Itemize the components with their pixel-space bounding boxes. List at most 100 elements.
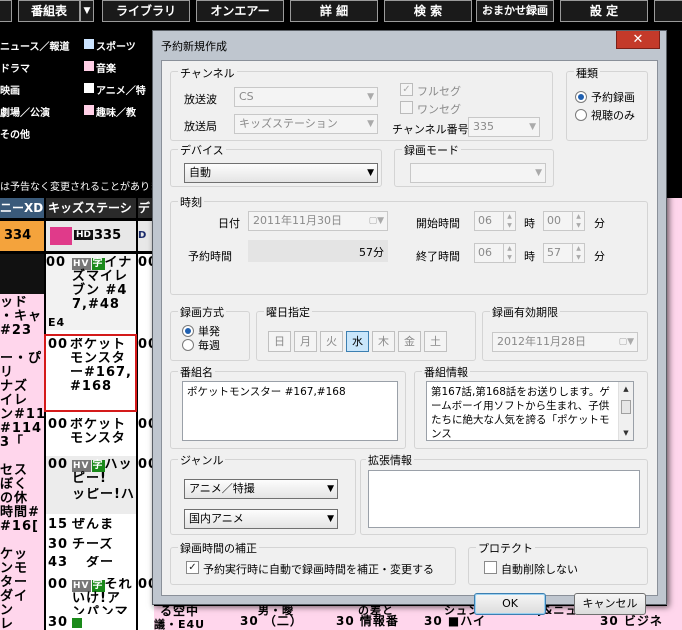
toolbar-button-settings[interactable]: 設 定 xyxy=(560,0,648,22)
genre-main-select[interactable]: アニメ／特撮 ▼ xyxy=(184,479,338,499)
prog-title-8[interactable]: HV字それいけ!アンパンマン xyxy=(72,578,134,614)
expiry-date-picker[interactable]: 2012年11月28日 ▢▼ xyxy=(492,332,638,352)
end-hour-value: 06 xyxy=(478,246,492,259)
end-min-stepper[interactable]: 57 ▲ ▼ xyxy=(543,243,585,263)
fullseg-checkbox[interactable]: ✓ xyxy=(400,83,413,96)
col1-line: ケッ xyxy=(0,547,29,562)
prog-title-6[interactable]: チーズ xyxy=(72,538,134,552)
broadcast-select[interactable]: CS ▼ xyxy=(234,87,378,107)
date-picker[interactable]: 2011年11月30日 ▢▼ xyxy=(248,211,388,231)
program-info-text[interactable]: 第167話,第168話をお送りします。ゲームボーイ用ソフトから生まれ、子供たちに… xyxy=(426,381,634,441)
weekday-group-label: 曜日指定 xyxy=(264,304,312,320)
day-thu-button[interactable]: 木 xyxy=(372,331,395,352)
guide-dropdown-icon[interactable]: ▼ xyxy=(80,0,94,22)
once-radio[interactable] xyxy=(182,325,194,337)
duration-field: 57分 xyxy=(248,240,388,262)
oneseg-checkbox[interactable] xyxy=(400,101,413,114)
kids-logo-icon xyxy=(50,227,72,245)
end-hour-stepper[interactable]: 06 ▲ ▼ xyxy=(474,243,516,263)
chevron-down-icon: ▼ xyxy=(529,122,536,132)
record-radio[interactable] xyxy=(575,91,587,103)
toolbar-button-partial-right[interactable] xyxy=(654,0,682,22)
grid-right-strip xyxy=(667,198,682,606)
day-tue-button[interactable]: 火 xyxy=(320,331,343,352)
col1-line: 時間# xyxy=(0,505,40,520)
day-fri-button[interactable]: 金 xyxy=(398,331,421,352)
app-window: 番組表 ▼ ライブラリ オンエアー 詳 細 検 索 おまかせ録画 設 定 ニュー… xyxy=(0,0,682,630)
start-hour-stepper[interactable]: 06 ▲ ▼ xyxy=(474,211,516,231)
device-value: 自動 xyxy=(189,166,211,179)
prog-title-5[interactable]: ぜんま xyxy=(72,518,134,532)
genre-sub-select[interactable]: 国内アニメ ▼ xyxy=(184,509,338,529)
start-hour-value: 06 xyxy=(478,214,492,227)
day-sat-button[interactable]: 土 xyxy=(424,331,447,352)
toolbar-button-library[interactable]: ライブラリ xyxy=(102,0,190,22)
col1-line: リ xyxy=(0,365,15,380)
col1-line: #114 xyxy=(0,421,43,436)
info-group-label: 番組情報 xyxy=(422,364,470,380)
bottom-cell-1[interactable]: る空中 xyxy=(160,604,199,618)
protect-checkbox[interactable] xyxy=(484,561,497,574)
toolbar-button-search[interactable]: 検 索 xyxy=(384,0,472,22)
scroll-up-icon[interactable]: ▲ xyxy=(619,382,633,396)
prog-title-1[interactable]: HV 字イナズマイレブン #47,#48 xyxy=(72,256,134,328)
col1-line: ナズ xyxy=(0,379,29,394)
scroll-thumb[interactable] xyxy=(621,400,631,414)
hd-badge: HD xyxy=(74,230,94,240)
col1-line xyxy=(0,450,44,464)
prog-time-8: 00 xyxy=(48,578,69,592)
legend-theater: 劇場／公演 xyxy=(0,108,50,119)
mode-group-label: 録画モード xyxy=(402,142,461,158)
col1-line: セス xyxy=(0,463,29,478)
ext-group-label: 拡張情報 xyxy=(366,452,414,468)
info-scrollbar[interactable]: ▲ ▼ xyxy=(618,382,633,440)
toolbar-button-guide[interactable]: 番組表 xyxy=(18,0,80,22)
chevron-down-icon: ▼ xyxy=(367,92,374,102)
channel-header-disney-xd[interactable]: ニーXD xyxy=(0,198,44,218)
weekly-radio[interactable] xyxy=(182,339,194,351)
dialog-title: 予約新規作成 xyxy=(161,40,227,53)
station-select[interactable]: キッズステーション ▼ xyxy=(234,114,378,134)
method-group-label: 録画方式 xyxy=(178,304,226,320)
record-radio-label: 予約録画 xyxy=(591,91,635,104)
genre-sub-value: 国内アニメ xyxy=(189,512,244,525)
legend-swatch-music xyxy=(84,61,94,71)
day-wed-button[interactable]: 水 xyxy=(346,331,369,352)
device-select[interactable]: 自動 ▼ xyxy=(184,163,378,183)
correction-label: 予約実行時に自動で録画時間を補正・変更する xyxy=(203,563,434,576)
toolbar-button-partial[interactable] xyxy=(0,0,12,22)
start-min-stepper[interactable]: 00 ▲ ▼ xyxy=(543,211,585,231)
mode-select[interactable]: ▼ xyxy=(410,163,546,183)
protect-label: 自動削除しない xyxy=(501,563,578,576)
program-name-value: ポケットモンスター #167,#168 xyxy=(187,386,346,398)
watch-radio[interactable] xyxy=(575,109,587,121)
chnum-select[interactable]: 335 ▼ xyxy=(468,117,540,137)
channel-header-kids-station[interactable]: キッズステーシ xyxy=(46,198,136,218)
toolbar-button-onair[interactable]: オンエアー xyxy=(196,0,284,22)
ext-info-input[interactable] xyxy=(368,470,640,528)
grid-col1-text[interactable]: ッド ・キャ #23 ー・ぴリナズ イレ ン#11 #114 3「 セス ぼく の休 時間# #16[ケ… xyxy=(0,296,44,630)
correction-checkbox[interactable]: ✓ xyxy=(186,561,199,574)
cancel-button[interactable]: キャンセル xyxy=(574,593,646,615)
toolbar-button-detail[interactable]: 詳 細 xyxy=(290,0,378,22)
date-label: 日付 xyxy=(218,217,240,230)
prog-title-7[interactable]: ダー xyxy=(86,556,134,570)
close-icon[interactable]: ✕ xyxy=(616,31,660,49)
toolbar-button-auto-record[interactable]: おまかせ録画 xyxy=(476,0,554,22)
scroll-down-icon[interactable]: ▼ xyxy=(619,426,633,440)
day-mon-button[interactable]: 月 xyxy=(294,331,317,352)
prog-title-3[interactable]: ポケットモンスタ xyxy=(70,418,134,454)
channel-logo-kids: HD 335 xyxy=(46,221,136,251)
ok-button[interactable]: OK xyxy=(474,593,546,615)
end-hour-unit: 時 xyxy=(524,250,535,263)
program-name-input[interactable]: ポケットモンスター #167,#168 xyxy=(182,381,398,441)
prog-title-4[interactable]: HV 字ハッピー! xyxy=(72,458,134,488)
prog-time-7: 43 xyxy=(48,556,69,570)
spin-arrows-icon: ▲ ▼ xyxy=(503,212,515,230)
col1-line: ー・ぴ xyxy=(0,351,43,366)
expiry-value: 2012年11月28日 xyxy=(497,335,586,348)
chnum-value: 335 xyxy=(473,120,494,133)
chnum-label: チャンネル番号 xyxy=(392,123,469,136)
legend-sports: スポーツ xyxy=(96,42,136,53)
day-sun-button[interactable]: 日 xyxy=(268,331,291,352)
